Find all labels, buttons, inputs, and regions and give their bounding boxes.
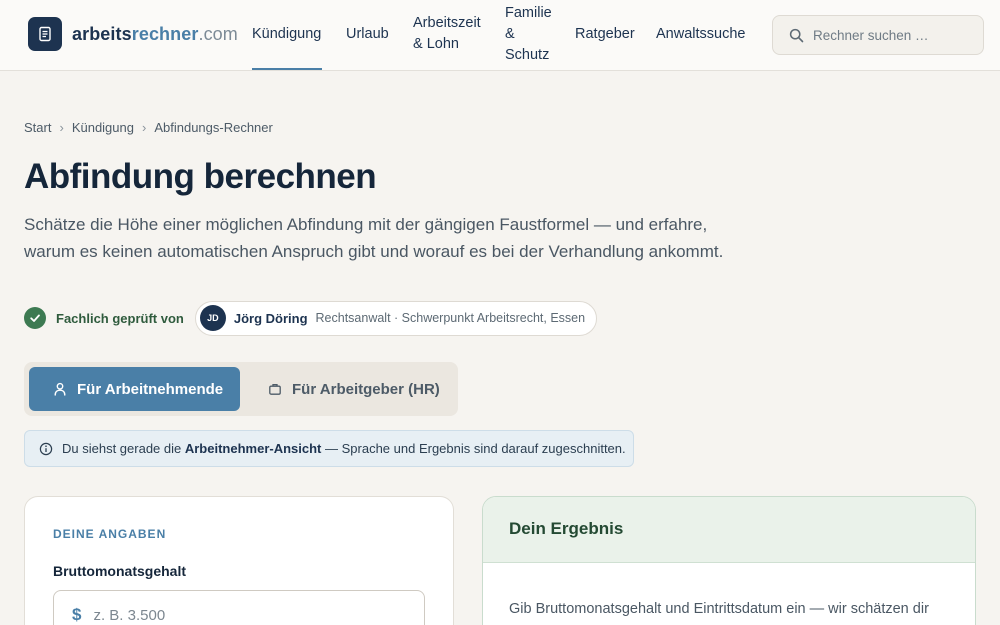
reviewer-role: Rechtsanwalt · Schwerpunkt Arbeitsrecht,… [315, 311, 586, 325]
breadcrumb-kuendigung[interactable]: Kündigung [72, 120, 134, 135]
breadcrumb-current: Abfindungs-Rechner [154, 120, 273, 135]
info-highlight: Arbeitnehmer-Ansicht [184, 441, 322, 456]
document-icon [28, 17, 62, 51]
salary-field[interactable]: $ [53, 590, 425, 625]
salary-label: Bruttomonatsgehalt [53, 563, 186, 579]
info-suffix: — Sprache und Ergebnis sind darauf zuges… [321, 441, 626, 456]
logo-wordmark: arbeitsrechner.com [72, 24, 238, 45]
nav-kuendigung[interactable]: Kündigung [252, 24, 321, 45]
toggle-employee[interactable]: Für Arbeitnehmende [29, 367, 240, 411]
result-placeholder-text: Gib Bruttomonatsgehalt und Eintrittsdatu… [509, 601, 929, 617]
nav-active-indicator [252, 68, 322, 70]
currency-icon: $ [72, 605, 82, 624]
toggle-employer[interactable]: Für Arbeitgeber (HR) [256, 367, 452, 411]
logo-part-1: arbeits [72, 23, 132, 44]
result-card-header: Dein Ergebnis [483, 497, 975, 563]
breadcrumb-separator: › [59, 120, 64, 135]
reviewer-badge[interactable]: JD Jörg Döring Rechtsanwalt · Schwerpunk… [194, 300, 598, 336]
check-icon [24, 307, 46, 329]
nav-anwaltssuche[interactable]: Anwaltssuche [656, 24, 745, 45]
nav-arbeitszeit-lohn[interactable]: Arbeitszeit & Lohn [413, 13, 481, 55]
audience-toggle: Für Arbeitnehmende Für Arbeitgeber (HR) [24, 362, 458, 416]
view-info-banner: Du siehst gerade die Arbeitnehmer-Ansich… [24, 430, 634, 467]
section-label: DEINE ANGABEN [53, 527, 167, 541]
search-icon [789, 28, 804, 43]
toggle-employer-label: Für Arbeitgeber (HR) [292, 380, 440, 398]
info-prefix: Du siehst gerade die [62, 441, 185, 456]
toggle-employee-label: Für Arbeitnehmende [77, 380, 224, 398]
page-lead: Schätze die Höhe einer möglichen Abfindu… [24, 215, 724, 261]
info-icon [39, 442, 53, 456]
nav-familie-schutz[interactable]: Familie & Schutz [505, 3, 552, 66]
breadcrumb-separator: › [141, 120, 147, 135]
reviewer-name: Jörg Döring [233, 310, 308, 326]
input-card: DEINE ANGABEN Bruttomonatsgehalt $ [24, 496, 454, 625]
page-title: Abfindung berechnen [24, 157, 377, 196]
nav-urlaub[interactable]: Urlaub [346, 24, 389, 45]
logo-part-3: .com [198, 23, 238, 44]
result-title: Dein Ergebnis [509, 519, 624, 538]
breadcrumb-start[interactable]: Start [24, 120, 51, 135]
site-header: arbeitsrechner.com Kündigung Urlaub Arbe… [0, 0, 1000, 71]
avatar: JD [199, 305, 226, 331]
search-input[interactable]: Rechner suchen … [772, 15, 984, 55]
logo-part-2: rechner [131, 23, 199, 44]
nav-ratgeber[interactable]: Ratgeber [575, 24, 635, 45]
site-logo[interactable]: arbeitsrechner.com [28, 17, 238, 51]
breadcrumb: Start › Kündigung › Abfindungs-Rechner [24, 120, 273, 135]
person-icon [53, 382, 67, 396]
salary-input[interactable] [93, 606, 374, 624]
result-card: Dein Ergebnis Gib Bruttomonatsgehalt und… [482, 496, 976, 625]
reviewed-by-label: Fachlich geprüft von [56, 310, 184, 326]
reviewer-row: Fachlich geprüft von JD Jörg Döring Rech… [24, 300, 598, 336]
briefcase-icon [268, 382, 282, 396]
search-placeholder: Rechner suchen … [813, 27, 929, 43]
